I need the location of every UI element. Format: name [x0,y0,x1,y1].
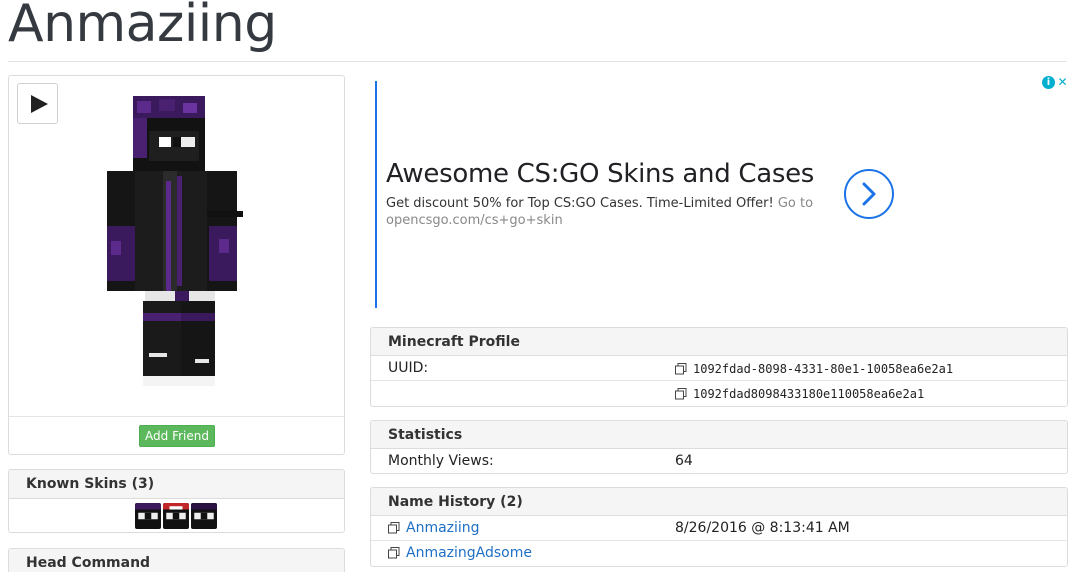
statistics-card: Statistics Monthly Views: 64 [370,420,1068,474]
monthly-views-label: Monthly Views: [388,453,494,469]
info-icon[interactable]: i [1042,76,1055,89]
name-history-title: Name History (2) [371,488,1067,516]
head-command-card: Head Command [8,548,345,572]
profile-title: Minecraft Profile [371,328,1067,356]
skin-thumbnail[interactable] [135,503,161,529]
ad-banner[interactable]: i ✕ Awesome CS:GO Skins and Cases Get di… [370,75,1069,313]
ad-headline[interactable]: Awesome CS:GO Skins and Cases [386,159,814,189]
name-history-row: Anmaziing 8/26/2016 @ 8:13:41 AM [371,516,1067,541]
minecraft-profile-card: Minecraft Profile UUID: 1092fdad-8098-43… [370,327,1068,407]
ad-goto-text: Go to [777,196,814,211]
statistics-title: Statistics [371,421,1067,449]
copy-icon[interactable] [675,388,687,400]
title-divider [8,61,1067,62]
add-friend-button[interactable]: Add Friend [139,425,215,447]
name-history-card: Name History (2) Anmaziing 8/26/2016 @ 8… [370,487,1068,567]
skin-viewer-footer: Add Friend [9,416,344,454]
name-link[interactable]: AnmazingAdsome [406,545,532,561]
name-history-date: 8/26/2016 @ 8:13:41 AM [675,520,850,536]
skin-thumbnails [135,503,217,529]
head-command-title: Head Command [9,549,344,572]
ad-open-button[interactable] [844,169,894,219]
monthly-views-value: 64 [675,453,693,469]
ad-accent-bar [375,81,377,308]
name-history-row: AnmazingAdsome [371,541,1067,566]
copy-icon[interactable] [675,363,687,375]
play-button[interactable] [17,83,58,124]
page-title: Anmaziing [8,0,277,54]
name-link[interactable]: Anmaziing [406,520,480,536]
chevron-right-icon [862,182,876,206]
skin-thumbnail[interactable] [163,503,189,529]
copy-icon[interactable] [388,547,400,559]
uuid-plain-text: 1092fdad8098433180e110058ea6e2a1 [693,387,925,401]
name-history-entry: AnmazingAdsome [388,545,532,561]
monthly-views-row: Monthly Views: 64 [371,449,1067,473]
uuid-dashed-text: 1092fdad-8098-4331-80e1-10058ea6e2a1 [693,362,954,376]
play-icon [31,95,48,113]
uuid-dashed-value: 1092fdad-8098-4331-80e1-10058ea6e2a1 [675,362,953,376]
known-skins-title: Known Skins (3) [9,470,344,499]
ad-url[interactable]: opencsgo.com/cs+go+skin [386,213,563,228]
uuid-row: UUID: 1092fdad-8098-4331-80e1-10058ea6e2… [371,356,1067,381]
uuid-plain-row: 1092fdad8098433180e110058ea6e2a1 [371,381,1067,406]
ad-description-text: Get discount 50% for Top CS:GO Cases. Ti… [386,196,774,211]
skin-viewer-card: Add Friend [8,75,345,455]
uuid-plain-value: 1092fdad8098433180e110058ea6e2a1 [675,387,924,401]
name-history-entry: Anmaziing [388,520,480,536]
close-icon[interactable]: ✕ [1056,76,1069,89]
ad-description: Get discount 50% for Top CS:GO Cases. Ti… [386,195,836,229]
skin-thumbnail[interactable] [191,503,217,529]
skin-3d-model[interactable] [97,91,267,401]
known-skins-card: Known Skins (3) [8,469,345,533]
uuid-label: UUID: [388,360,429,376]
copy-icon[interactable] [388,522,400,534]
